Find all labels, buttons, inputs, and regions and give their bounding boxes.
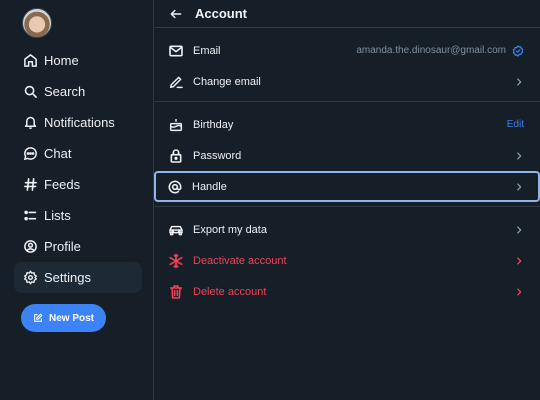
birthday-edit-link[interactable]: Edit (507, 119, 524, 130)
page-title: Account (195, 6, 247, 21)
email-row: Email amanda.the.dinosaur@gmail.com (155, 35, 540, 66)
sidebar-item-notifications[interactable]: Notifications (14, 107, 142, 138)
email-label: Email (193, 44, 221, 57)
export-data-row[interactable]: Export my data (155, 214, 540, 245)
sidebar-item-label: Settings (44, 270, 91, 285)
sidebar-item-feeds[interactable]: Feeds (14, 169, 142, 200)
search-icon (22, 84, 38, 100)
home-icon (22, 53, 38, 69)
verified-badge-icon (512, 44, 524, 57)
sidebar-item-settings[interactable]: Settings (14, 262, 142, 293)
sidebar-item-search[interactable]: Search (14, 76, 142, 107)
chevron-right-icon (514, 77, 524, 87)
sidebar-item-label: Notifications (44, 115, 115, 130)
deactivate-account-label: Deactivate account (193, 254, 287, 267)
pencil-icon (167, 73, 185, 91)
handle-label: Handle (192, 180, 227, 193)
danger-group: Export my data Deactivate account Delete… (155, 207, 540, 311)
birthday-label: Birthday (193, 118, 234, 131)
sidebar-nav: Home Search Notifications Chat Feeds Lis… (14, 45, 142, 293)
new-post-label: New Post (48, 312, 94, 324)
sidebar-item-label: Profile (44, 239, 81, 254)
chevron-right-icon (514, 256, 524, 266)
sidebar: Home Search Notifications Chat Feeds Lis… (0, 0, 154, 400)
change-email-label: Change email (193, 75, 261, 88)
sidebar-item-chat[interactable]: Chat (14, 138, 142, 169)
sidebar-item-home[interactable]: Home (14, 45, 142, 76)
chevron-right-icon (514, 287, 524, 297)
back-arrow-icon[interactable] (169, 7, 183, 21)
delete-account-label: Delete account (193, 285, 267, 298)
edit-icon (33, 313, 43, 323)
new-post-button[interactable]: New Post (21, 304, 106, 332)
change-email-row[interactable]: Change email (155, 66, 540, 97)
envelope-icon (167, 42, 185, 60)
sidebar-item-label: Lists (44, 208, 71, 223)
lock-icon (167, 147, 185, 165)
handle-row[interactable]: Handle (154, 171, 540, 202)
sidebar-item-profile[interactable]: Profile (14, 231, 142, 262)
car-icon (167, 221, 185, 239)
email-value: amanda.the.dinosaur@gmail.com (356, 45, 506, 56)
hash-icon (22, 177, 38, 193)
sidebar-item-label: Search (44, 84, 86, 99)
sidebar-item-label: Feeds (44, 177, 81, 192)
page-header: Account (155, 0, 540, 28)
chevron-right-icon (514, 225, 524, 235)
at-sign-icon (166, 178, 184, 196)
birthday-row: Birthday Edit (155, 109, 540, 140)
list-icon (22, 208, 38, 224)
security-group: Birthday Edit Password Handle (154, 102, 540, 207)
deactivate-account-row[interactable]: Deactivate account (155, 245, 540, 276)
bell-icon (22, 115, 38, 131)
avatar[interactable] (22, 8, 52, 38)
export-data-label: Export my data (193, 223, 267, 236)
password-label: Password (193, 149, 242, 162)
email-group: Email amanda.the.dinosaur@gmail.com Chan… (155, 28, 540, 102)
delete-account-row[interactable]: Delete account (155, 276, 540, 307)
sidebar-item-lists[interactable]: Lists (14, 200, 142, 231)
chat-icon (22, 146, 38, 162)
chevron-right-icon (514, 151, 524, 161)
user-circle-icon (22, 239, 38, 255)
gear-icon (22, 270, 38, 286)
main-panel: Account Email amanda.the.dinosaur@gmail.… (154, 0, 540, 400)
chevron-right-icon (514, 182, 524, 192)
password-row[interactable]: Password (155, 140, 540, 171)
sidebar-item-label: Home (44, 53, 79, 68)
snowflake-icon (167, 252, 185, 270)
sidebar-item-label: Chat (44, 146, 72, 161)
trash-icon (167, 283, 185, 301)
cake-icon (167, 116, 185, 134)
